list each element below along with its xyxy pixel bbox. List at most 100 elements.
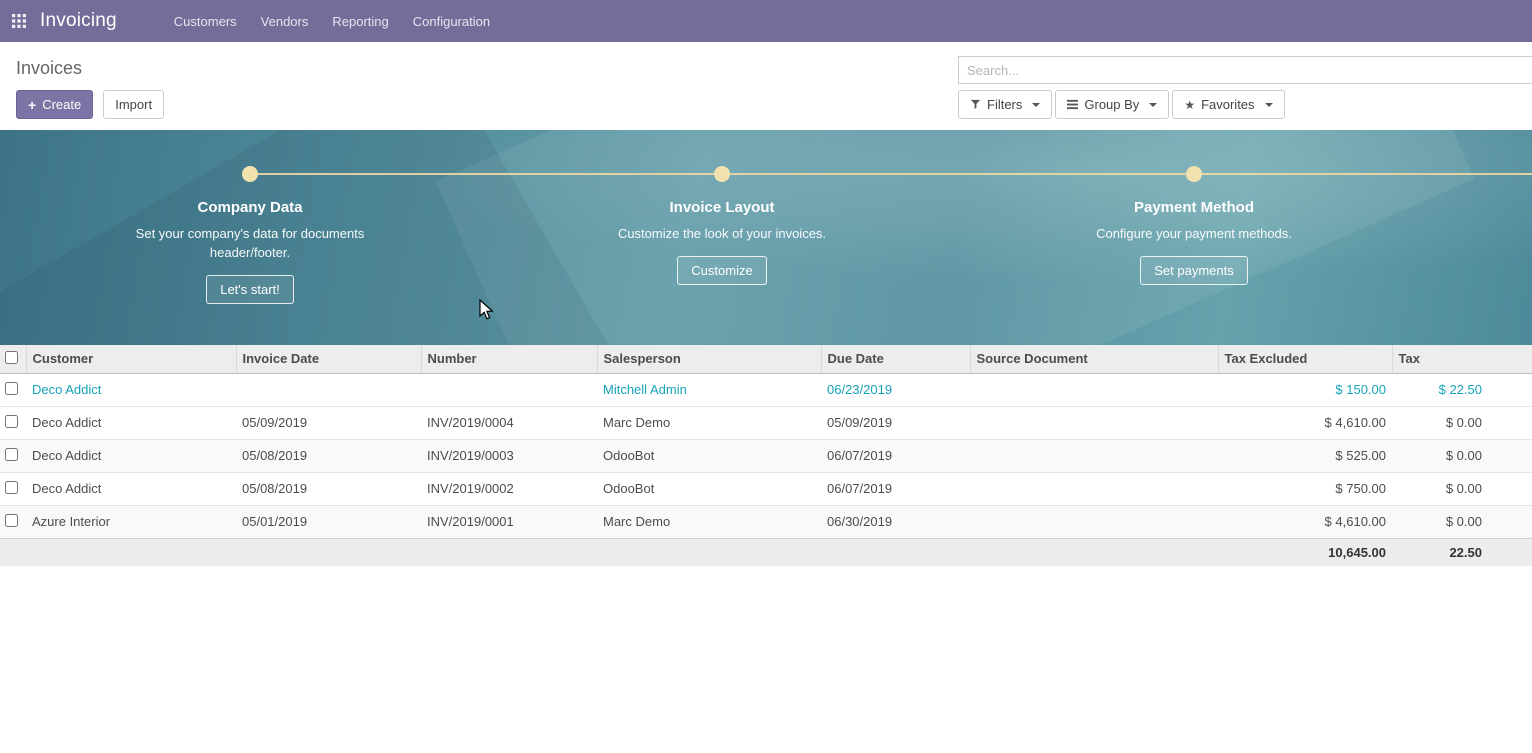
cell-tax-excluded: $ 150.00 [1218,373,1392,406]
step-description: Customize the look of your invoices. [607,224,837,243]
totals-empty-cell [597,538,821,566]
table-row[interactable]: Deco Addict 05/09/2019 INV/2019/0004 Mar… [0,406,1532,439]
filter-icon [970,99,981,110]
column-header-tax[interactable]: Tax [1392,345,1532,373]
step-description: Set your company's data for documents he… [135,224,365,262]
column-header-number[interactable]: Number [421,345,597,373]
cell-salesperson: OdooBot [597,439,821,472]
totals-empty-cell [970,538,1218,566]
column-header-due-date[interactable]: Due Date [821,345,970,373]
row-checkbox[interactable] [5,481,18,494]
cell-invoice-date: 05/01/2019 [236,505,421,538]
menu-item-vendors[interactable]: Vendors [249,1,321,42]
cell-number: INV/2019/0004 [421,406,597,439]
cell-customer: Azure Interior [26,505,236,538]
invoice-list-table: Customer Invoice Date Number Salesperson… [0,345,1532,566]
chevron-down-icon [1149,103,1157,107]
search-input[interactable] [958,56,1532,84]
cell-source-document [970,406,1218,439]
cell-source-document [970,505,1218,538]
top-navbar: Invoicing Customers Vendors Reporting Co… [0,0,1532,42]
column-header-invoice-date[interactable]: Invoice Date [236,345,421,373]
cell-customer: Deco Addict [26,472,236,505]
import-button[interactable]: Import [103,90,164,119]
search-options: Filters Group By ★ Favorites [958,90,1285,119]
onboarding-step-company-data: Company Data Set your company's data for… [90,166,410,304]
table-row[interactable]: Deco Addict 05/08/2019 INV/2019/0002 Odo… [0,472,1532,505]
table-row[interactable]: Azure Interior 05/01/2019 INV/2019/0001 … [0,505,1532,538]
column-header-tax-excluded[interactable]: Tax Excluded [1218,345,1392,373]
main-menu: Customers Vendors Reporting Configuratio… [162,1,502,42]
cell-invoice-date [236,373,421,406]
totals-empty-cell [236,538,421,566]
select-all-checkbox[interactable] [5,351,18,364]
onboarding-banner: Company Data Set your company's data for… [0,130,1532,345]
cell-invoice-date: 05/08/2019 [236,472,421,505]
row-checkbox[interactable] [5,415,18,428]
step-title: Payment Method [1034,199,1354,216]
group-by-icon [1067,99,1078,110]
row-checkbox[interactable] [5,448,18,461]
step-title: Company Data [90,199,410,216]
filters-button[interactable]: Filters [958,90,1052,119]
cell-tax-excluded: $ 4,610.00 [1218,505,1392,538]
total-tax: 22.50 [1392,538,1532,566]
cell-salesperson: Marc Demo [597,505,821,538]
cell-tax-excluded: $ 4,610.00 [1218,406,1392,439]
step-title: Invoice Layout [562,199,882,216]
cell-due-date: 06/23/2019 [821,373,970,406]
column-header-customer[interactable]: Customer [26,345,236,373]
totals-empty-cell [0,538,26,566]
cell-tax-excluded: $ 750.00 [1218,472,1392,505]
cell-number [421,373,597,406]
step-dot [714,166,730,182]
cell-number: INV/2019/0001 [421,505,597,538]
cell-invoice-date: 05/08/2019 [236,439,421,472]
row-checkbox-cell [0,406,26,439]
favorites-button[interactable]: ★ Favorites [1172,90,1284,119]
cell-due-date: 06/30/2019 [821,505,970,538]
column-header-salesperson[interactable]: Salesperson [597,345,821,373]
cell-tax: $ 22.50 [1392,373,1532,406]
create-button-label: Create [42,97,81,112]
onboarding-step-payment-method: Payment Method Configure your payment me… [1034,166,1354,285]
totals-empty-cell [26,538,236,566]
lets-start-button[interactable]: Let's start! [206,275,294,304]
table-row[interactable]: Deco Addict 05/08/2019 INV/2019/0003 Odo… [0,439,1532,472]
group-by-button-label: Group By [1084,97,1139,112]
cell-tax: $ 0.00 [1392,505,1532,538]
cell-tax: $ 0.00 [1392,472,1532,505]
row-checkbox[interactable] [5,382,18,395]
apps-grid-icon[interactable] [12,14,26,28]
row-checkbox-cell [0,505,26,538]
cell-due-date: 06/07/2019 [821,439,970,472]
cell-salesperson: Marc Demo [597,406,821,439]
table-row[interactable]: Deco Addict Mitchell Admin 06/23/2019 $ … [0,373,1532,406]
menu-item-configuration[interactable]: Configuration [401,1,502,42]
set-payments-button[interactable]: Set payments [1140,256,1248,285]
star-icon: ★ [1184,99,1195,111]
cell-tax: $ 0.00 [1392,406,1532,439]
plus-icon: + [28,98,36,112]
cell-source-document [970,373,1218,406]
step-dot [1186,166,1202,182]
column-header-source-document[interactable]: Source Document [970,345,1218,373]
import-button-label: Import [115,97,152,112]
app-brand-title[interactable]: Invoicing [40,10,117,32]
cell-number: INV/2019/0003 [421,439,597,472]
row-checkbox[interactable] [5,514,18,527]
row-checkbox-cell [0,373,26,406]
favorites-button-label: Favorites [1201,97,1254,112]
cell-invoice-date: 05/09/2019 [236,406,421,439]
cell-customer: Deco Addict [26,373,236,406]
group-by-button[interactable]: Group By [1055,90,1169,119]
cell-due-date: 05/09/2019 [821,406,970,439]
menu-item-customers[interactable]: Customers [162,1,249,42]
row-checkbox-cell [0,472,26,505]
table-header-row: Customer Invoice Date Number Salesperson… [0,345,1532,373]
customize-button[interactable]: Customize [677,256,766,285]
filters-button-label: Filters [987,97,1022,112]
create-button[interactable]: + Create [16,90,93,119]
menu-item-reporting[interactable]: Reporting [320,1,400,42]
cell-tax-excluded: $ 525.00 [1218,439,1392,472]
